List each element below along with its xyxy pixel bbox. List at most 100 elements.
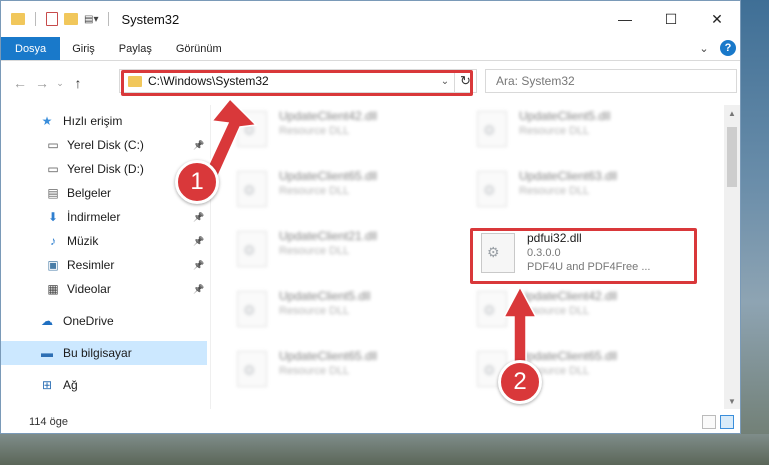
file-item[interactable]: UpdateClient5.dll Resource DLL [231,287,431,333]
details-view-icon[interactable] [702,415,716,429]
file-item[interactable]: UpdateClient21.dll Resource DLL [231,227,431,273]
ribbon-right: ⌄ ? [696,40,736,56]
file-text: UpdateClient42.dll Resource DLL [279,109,377,153]
desktop-background-bottom [0,434,769,465]
documents-icon: ▤ [47,186,59,200]
drive-icon: ▭ [47,162,59,176]
download-icon: ⬇ [47,210,59,224]
sidebar-item-label: Hızlı erişim [63,114,123,128]
file-text: UpdateClient21.dll Resource DLL [279,229,377,273]
sidebar-item[interactable]: ▭ Yerel Disk (C:) 📌 [1,133,210,157]
file-description: Resource DLL [279,185,350,197]
sidebar-item-label: Müzik [67,234,99,248]
scroll-thumb[interactable] [727,127,737,187]
star-icon: ★ [41,114,53,128]
search-input[interactable]: Ara: System32 [485,69,737,93]
up-arrow-icon[interactable]: ↑ [67,75,89,91]
file-name: UpdateClient5.dll [519,109,611,123]
properties-icon[interactable] [46,12,58,26]
help-icon[interactable]: ? [720,40,736,56]
file-text: UpdateClient5.dll Resource DLL [519,109,610,153]
vertical-scrollbar[interactable]: ▲ ▼ [724,105,740,409]
file-description: Resource DLL [279,305,350,317]
drive-icon: ▭ [47,138,59,152]
window-controls: — ☐ ✕ [602,1,740,37]
sidebar-item[interactable]: ☁ OneDrive [1,309,210,333]
file-text: UpdateClient63.dll Resource DLL [519,169,617,213]
file-text: UpdateClient5.dll Resource DLL [279,289,370,333]
desktop-background [741,0,769,465]
tab-dosya[interactable]: Dosya [1,37,61,60]
dll-file-icon [237,351,267,387]
title-bar: ▤▾ System32 — ☐ ✕ [1,1,740,37]
file-description: Resource DLL [519,185,590,197]
file-description: Resource DLL [279,365,350,377]
scroll-down-icon[interactable]: ▼ [724,393,740,409]
sidebar-item-label: Yerel Disk (C:) [67,138,144,152]
pin-icon[interactable]: 📌 [193,236,204,247]
computer-icon: ▬ [41,346,53,360]
file-item[interactable]: UpdateClient63.dll Resource DLL [471,167,671,213]
file-item[interactable]: UpdateClient42.dll Resource DLL [231,107,431,153]
sidebar-item[interactable]: ▦ Videolar 📌 [1,277,210,301]
address-highlight [121,70,473,96]
tab-paylas[interactable]: Paylaş [107,37,164,60]
sidebar-item[interactable]: ⬇ İndirmeler 📌 [1,205,210,229]
file-name: UpdateClient63.dll [519,169,618,183]
navigation-pane: ★ Hızlı erişim ▭ Yerel Disk (C:) 📌 ▭ Yerel Dis… [1,105,211,409]
file-name: UpdateClient65.dll [279,169,378,183]
explorer-window: ▤▾ System32 — ☐ ✕ Dosya Giriş Paylaş Gör… [0,0,741,434]
new-folder-icon[interactable] [64,13,78,25]
minimize-button[interactable]: — [602,1,648,37]
file-item[interactable]: UpdateClient65.dll Resource DLL [231,167,431,213]
sidebar-item-label: Belgeler [67,186,112,200]
network-icon: ⊞ [41,378,53,392]
sidebar-item[interactable]: ♪ Müzik 📌 [1,229,210,253]
item-count: 114 öge [29,416,68,428]
sidebar-item-label: Bu bilgisayar [63,346,132,360]
tab-gorunum[interactable]: Görünüm [164,37,234,60]
file-name: UpdateClient42.dll [279,109,378,123]
file-name: UpdateClient21.dll [279,229,378,243]
pin-icon[interactable]: 📌 [193,284,204,295]
pictures-icon: ▣ [47,258,59,272]
scroll-up-icon[interactable]: ▲ [724,105,740,121]
quick-access-toolbar: ▤▾ [1,12,113,26]
tab-giris[interactable]: Giriş [60,37,107,60]
folder-icon[interactable] [11,13,25,25]
file-item[interactable]: UpdateClient5.dll Resource DLL [471,107,671,153]
file-name: UpdateClient5.dll [279,289,371,303]
close-button[interactable]: ✕ [694,1,740,37]
file-item[interactable]: UpdateClient65.dll Resource DLL [231,347,431,393]
back-arrow-icon[interactable]: ← [9,75,31,91]
music-icon: ♪ [50,234,56,248]
sidebar-item-label: İndirmeler [67,210,121,224]
maximize-button[interactable]: ☐ [648,1,694,37]
status-bar: 114 öge [1,411,740,433]
customize-toolbar-icon[interactable]: ▤▾ [84,14,98,25]
file-name: UpdateClient65.dll [279,349,378,363]
pin-icon[interactable]: 📌 [193,212,204,223]
ribbon-tabs: Dosya Giriş Paylaş Görünüm ⌄ ? [1,37,740,61]
sidebar-item[interactable]: ⊞ Ağ [1,373,210,397]
sidebar-item[interactable]: ▬ Bu bilgisayar [1,341,207,365]
sidebar-item-label: Resimler [67,258,115,272]
sidebar-item[interactable]: ★ Hızlı erişim [1,109,210,133]
window-title: System32 [121,11,180,27]
expand-ribbon-icon[interactable]: ⌄ [696,40,712,56]
tiles-view-icon[interactable] [720,415,734,429]
pin-icon[interactable]: 📌 [193,260,204,271]
dll-file-icon [477,111,507,147]
file-text: UpdateClient65.dll Resource DLL [279,169,377,213]
sidebar-item-label: OneDrive [63,314,114,328]
dll-file-icon [477,171,507,207]
recent-locations-icon[interactable]: ⌄ [53,78,67,89]
toolbar-separator [35,12,36,26]
file-text: UpdateClient65.dll Resource DLL [279,349,377,393]
forward-arrow-icon[interactable]: → [31,75,53,91]
sidebar-item[interactable]: ▣ Resimler 📌 [1,253,210,277]
file-description: Resource DLL [279,245,350,257]
